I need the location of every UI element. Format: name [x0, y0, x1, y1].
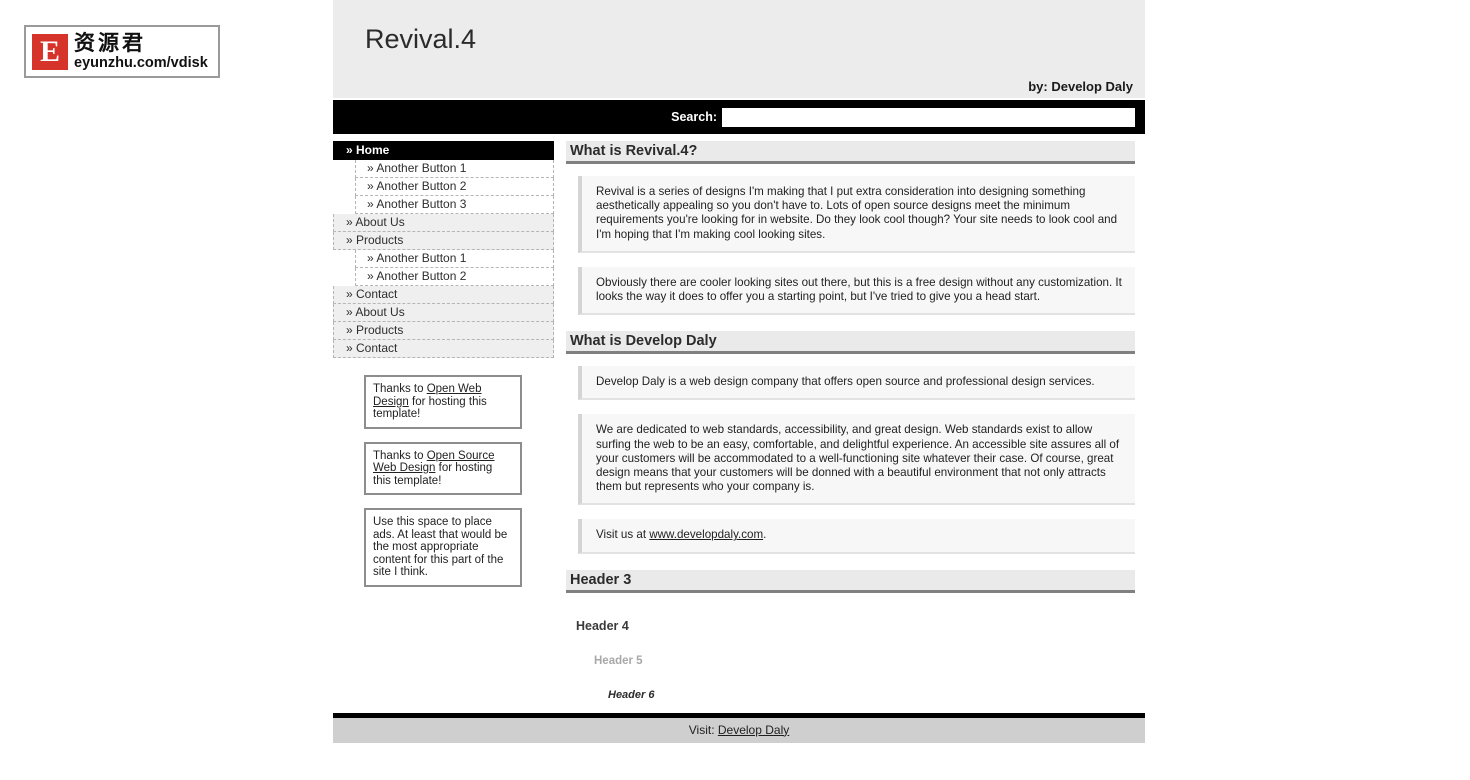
paragraph-box: We are dedicated to web standards, acces…: [578, 414, 1135, 506]
nav-list-item: » Another Button 2: [333, 268, 554, 286]
section-heading-header-3: Header 3: [566, 569, 1135, 593]
page-footer: Visit: Develop Daly: [333, 712, 1145, 743]
paragraph-box: Develop Daly is a web design company tha…: [578, 366, 1135, 401]
paragraph-box: Revival is a series of designs I'm makin…: [578, 176, 1135, 253]
nav-item-about-us[interactable]: » About Us: [333, 304, 554, 322]
demo-heading-5: Header 5: [594, 654, 643, 667]
nav-item-products[interactable]: » Products: [333, 322, 554, 340]
search-label: Search:: [671, 110, 717, 124]
nav-list-item: » Another Button 2: [333, 178, 554, 196]
nav-list-item: » Contact: [333, 340, 554, 358]
body-columns: » Home» Another Button 1» Another Button…: [333, 134, 1145, 701]
page-title: Revival.4: [365, 24, 477, 54]
nav-list-item: » Home: [333, 141, 554, 160]
nav-item-home[interactable]: » Home: [333, 141, 554, 160]
nav-list-item: » Another Button 1: [333, 250, 554, 268]
developdaly-website-link[interactable]: www.developdaly.com: [649, 528, 763, 541]
sidebar: » Home» Another Button 1» Another Button…: [333, 134, 554, 600]
nav-list-item: » Another Button 1: [333, 160, 554, 178]
footer-develop-daly-link[interactable]: Develop Daly: [718, 723, 789, 737]
demo-heading-group: Header 4 Header 5 Header 6: [566, 619, 1135, 701]
visit-text-suffix: .: [763, 528, 767, 542]
search-bar: Search:: [333, 100, 1145, 134]
demo-heading-4: Header 4: [576, 618, 629, 633]
nav-list-item: » Products: [333, 322, 554, 340]
nav-item-about-us[interactable]: » About Us: [333, 214, 554, 232]
ad-box-open-web-design: Thanks to Open Web Design for hosting th…: [364, 375, 522, 429]
nav-item-contact[interactable]: » Contact: [333, 286, 554, 304]
nav-list-item: » Another Button 3: [333, 196, 554, 214]
nav-item-another-button-1[interactable]: » Another Button 1: [355, 160, 554, 178]
paragraph-box: Obviously there are cooler looking sites…: [578, 266, 1135, 316]
nav-list-item: » Contact: [333, 286, 554, 304]
ad-text-prefix: Thanks to: [373, 383, 427, 395]
nav-item-another-button-3[interactable]: » Another Button 3: [355, 196, 554, 214]
nav-list-item: » About Us: [333, 304, 554, 322]
site-header: Revival.4 by: Develop Daly: [333, 0, 1145, 100]
watermark-url-label: eyunzhu.com/vdisk: [74, 54, 208, 71]
nav-list-item: » Products: [333, 232, 554, 250]
watermark-text: 资源君 eyunzhu.com/vdisk: [74, 30, 208, 71]
nav-item-another-button-2[interactable]: » Another Button 2: [355, 268, 554, 286]
main-content: What is Revival.4? Revival is a series o…: [554, 134, 1145, 701]
nav-item-products[interactable]: » Products: [333, 232, 554, 250]
nav-item-another-button-2[interactable]: » Another Button 2: [355, 178, 554, 196]
paragraph-box-visit-link: Visit us at www.developdaly.com.: [578, 519, 1135, 554]
section-heading-what-is-revival: What is Revival.4?: [566, 141, 1135, 164]
page-wrapper: Revival.4 by: Develop Daly Search: » Hom…: [333, 0, 1145, 755]
ad-text-prefix: Thanks to: [373, 449, 427, 462]
visit-text-prefix: Visit us at: [596, 528, 650, 542]
author-credit: by: Develop Daly: [1028, 79, 1133, 94]
search-input[interactable]: [722, 107, 1135, 127]
nav-item-contact[interactable]: » Contact: [333, 340, 554, 358]
section-heading-what-is-develop-daly: What is Develop Daly: [566, 331, 1135, 355]
watermark-logo: E 资源君 eyunzhu.com/vdisk: [24, 25, 220, 78]
watermark-badge-letter: E: [32, 33, 68, 70]
main-navigation: » Home» Another Button 1» Another Button…: [333, 141, 554, 358]
footer-text-prefix: Visit:: [688, 722, 718, 737]
ad-box-open-source-web-design: Thanks to Open Source Web Design for hos…: [364, 441, 522, 495]
watermark-chinese-label: 资源君: [74, 30, 146, 55]
footer-spacer: [333, 743, 1145, 755]
sidebar-ad-boxes: Thanks to Open Web Design for hosting th…: [364, 375, 554, 587]
nav-list-item: » About Us: [333, 214, 554, 232]
nav-item-another-button-1[interactable]: » Another Button 1: [355, 250, 554, 268]
demo-heading-6: Header 6: [608, 688, 655, 701]
ad-box-placeholder: Use this space to place ads. At least th…: [364, 508, 522, 587]
